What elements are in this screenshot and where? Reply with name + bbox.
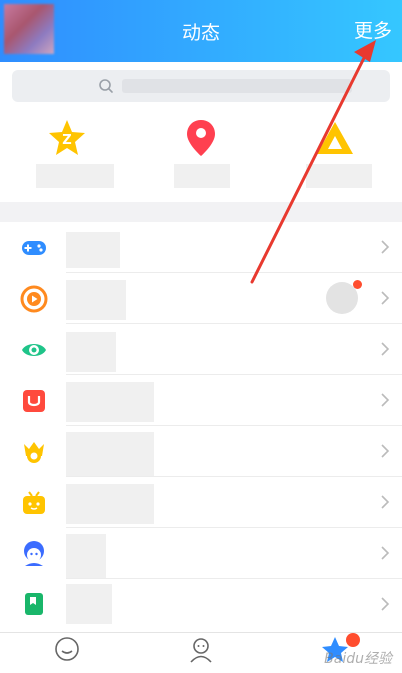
search-input[interactable] xyxy=(12,70,390,102)
chevron-right-icon xyxy=(381,597,390,611)
list-item[interactable] xyxy=(0,375,402,426)
feature-list xyxy=(0,222,402,632)
tile-zone[interactable]: Z xyxy=(0,110,134,202)
tv-icon xyxy=(23,491,45,514)
search-icon xyxy=(99,79,113,93)
list-item[interactable] xyxy=(0,477,402,528)
play-circle-icon xyxy=(20,285,48,313)
eye-icon xyxy=(22,344,46,356)
chevron-right-icon xyxy=(381,546,390,560)
cartoon-avatar-icon xyxy=(24,541,44,566)
search-area xyxy=(0,62,402,110)
location-pin-icon xyxy=(187,120,215,156)
triangle-icon xyxy=(317,122,353,154)
chevron-right-icon xyxy=(381,393,390,407)
tile-nearby[interactable] xyxy=(134,110,268,202)
list-item[interactable] xyxy=(0,579,402,630)
crown-badge-icon xyxy=(24,442,44,463)
list-item[interactable] xyxy=(0,528,402,579)
chevron-right-icon xyxy=(381,495,390,509)
chat-bubble-icon xyxy=(55,637,79,661)
shopping-bag-icon xyxy=(23,390,45,412)
contacts-icon xyxy=(190,638,212,663)
search-placeholder xyxy=(122,79,352,93)
watermark: Baidu经验 xyxy=(324,651,392,667)
tab-badge xyxy=(346,633,360,647)
svg-text:Z: Z xyxy=(62,133,71,148)
tab-messages[interactable] xyxy=(0,633,134,673)
gamepad-icon xyxy=(22,241,46,255)
tab-contacts[interactable] xyxy=(134,633,268,673)
list-item[interactable] xyxy=(0,222,402,273)
page-title: 动态 xyxy=(181,22,220,44)
chevron-right-icon xyxy=(381,291,390,305)
zone-icon: Z xyxy=(49,120,85,155)
list-item[interactable] xyxy=(0,426,402,477)
header-bar: 动态 更多 xyxy=(0,0,402,62)
tile-triangle[interactable] xyxy=(268,110,402,202)
more-button[interactable]: 更多 xyxy=(354,16,392,43)
notification-dot xyxy=(353,280,362,289)
list-item[interactable] xyxy=(0,273,402,324)
chevron-right-icon xyxy=(381,342,390,356)
chevron-right-icon xyxy=(381,444,390,458)
feature-tiles: Z xyxy=(0,110,402,202)
list-item[interactable] xyxy=(0,324,402,375)
chevron-right-icon xyxy=(381,240,390,254)
bookmark-icon xyxy=(25,593,43,615)
